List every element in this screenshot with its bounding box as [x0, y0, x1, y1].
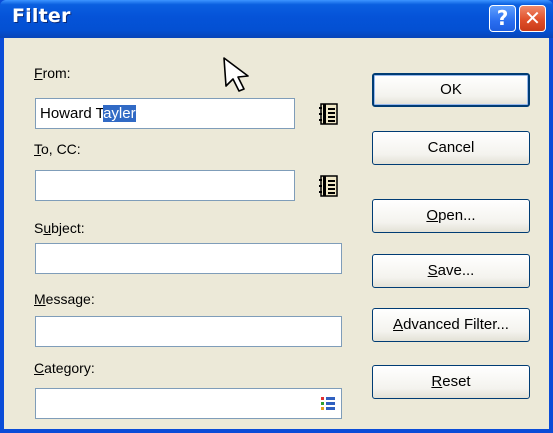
open-button-label: pen... — [438, 207, 476, 224]
cancel-button[interactable]: Cancel — [372, 131, 530, 165]
category-label-text: ategory: — [44, 360, 95, 376]
subject-field[interactable] — [35, 243, 342, 274]
filter-dialog: Filter ? ✕ From: Howard Tayler To, CC: S… — [0, 0, 553, 433]
to-cc-label-text: o, CC: — [41, 141, 81, 157]
message-label: Message: — [34, 291, 95, 307]
from-label: From: — [34, 65, 71, 81]
advanced-filter-button-label: dvanced Filter... — [403, 316, 509, 333]
close-button[interactable]: ✕ — [519, 5, 546, 32]
reset-button[interactable]: Reset — [372, 365, 530, 399]
category-list-icon[interactable] — [321, 397, 335, 410]
mouse-pointer-icon — [223, 57, 249, 92]
ok-button[interactable]: OK — [372, 73, 530, 107]
open-button-mnemonic: O — [426, 207, 439, 224]
category-label: Category: — [34, 360, 95, 376]
from-value-selection: ayler — [103, 105, 136, 122]
from-label-text: rom: — [42, 65, 71, 81]
save-button-mnemonic: S — [427, 262, 438, 279]
save-button[interactable]: Save... — [372, 254, 530, 288]
advanced-filter-button[interactable]: Advanced Filter... — [372, 308, 530, 342]
title-bar[interactable]: Filter ? ✕ — [0, 0, 553, 38]
open-button[interactable]: Open... — [372, 199, 530, 233]
subject-label-text: bject: — [51, 220, 85, 236]
subject-label: Subject: — [34, 220, 85, 236]
reset-button-label: eset — [442, 373, 471, 390]
save-button-label: ave... — [437, 262, 475, 279]
subject-label-mnemonic: u — [43, 220, 52, 236]
to-cc-field[interactable] — [35, 170, 295, 201]
reset-button-mnemonic: R — [431, 373, 443, 390]
to-cc-label: To, CC: — [34, 141, 81, 157]
address-book-icon[interactable] — [318, 102, 340, 126]
message-field[interactable] — [35, 316, 342, 347]
message-label-mnemonic: M — [34, 291, 46, 307]
window-title: Filter — [12, 5, 71, 27]
message-label-text: essage: — [45, 291, 95, 307]
subject-label-prefix: S — [34, 220, 44, 236]
address-book-icon[interactable] — [318, 174, 340, 198]
from-value: Howard T — [40, 105, 104, 122]
category-label-mnemonic: C — [34, 360, 45, 376]
help-button[interactable]: ? — [489, 5, 516, 32]
to-cc-label-mnemonic: T — [34, 141, 41, 157]
dialog-body: From: Howard Tayler To, CC: Subject: Mes… — [4, 38, 549, 429]
category-field[interactable] — [35, 388, 342, 419]
advanced-filter-button-mnemonic: A — [393, 316, 404, 333]
from-field[interactable]: Howard Tayler — [35, 98, 295, 129]
from-label-mnemonic: F — [34, 65, 43, 81]
